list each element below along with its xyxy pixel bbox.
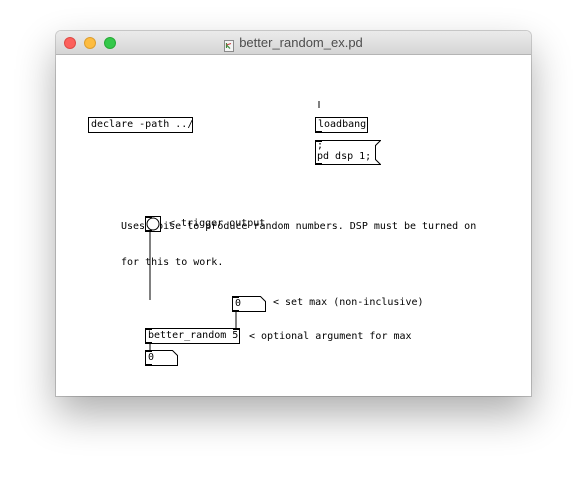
better-random-outlet[interactable]	[145, 342, 152, 344]
pd-document-icon	[224, 37, 235, 52]
dsp-message-box[interactable]: ; pd dsp 1;	[315, 140, 381, 165]
title-bar[interactable]: better_random_ex.pd	[56, 31, 531, 55]
better-random-left-inlet[interactable]	[145, 328, 152, 330]
better-random-object[interactable]: better_random 5	[145, 328, 240, 344]
max-number-value: 0	[235, 298, 242, 309]
window-title-group: better_random_ex.pd	[56, 31, 531, 54]
pd-patch-window: better_random_ex.pd declare -path ../ lo…	[56, 31, 531, 396]
output-number-value: 0	[148, 352, 155, 363]
bang-object[interactable]	[145, 216, 161, 232]
loadbang-object-label: loadbang	[318, 119, 367, 130]
bang-icon	[146, 217, 160, 231]
declare-object[interactable]: declare -path ../	[88, 117, 193, 133]
set-max-comment: < set max (non-inclusive)	[273, 297, 424, 308]
dsp-message-outlet[interactable]	[315, 163, 322, 165]
description-comment: Uses noise to produce random numbers. DS…	[121, 197, 476, 293]
patch-canvas[interactable]: declare -path ../ loadbang ; pd dsp 1; U…	[56, 55, 531, 396]
bang-outlet[interactable]	[145, 230, 152, 232]
dsp-message-line-2: pd dsp 1;	[317, 151, 372, 162]
loadbang-object[interactable]: loadbang	[315, 117, 368, 133]
dsp-message-text: ; pd dsp 1;	[317, 140, 371, 162]
bang-inlet[interactable]	[145, 216, 152, 218]
trigger-comment: < trigger output	[169, 218, 266, 229]
better-random-right-inlet[interactable]	[233, 328, 240, 330]
output-number-box[interactable]: 0	[145, 350, 178, 366]
loadbang-outlet[interactable]	[315, 131, 322, 133]
dsp-message-line-1: ;	[317, 140, 324, 151]
window-title: better_random_ex.pd	[239, 35, 363, 50]
declare-object-label: declare -path ../	[91, 119, 194, 130]
better-random-label: better_random 5	[148, 330, 239, 341]
max-number-box[interactable]: 0	[232, 296, 266, 312]
description-line-2: for this to work.	[121, 257, 224, 268]
optional-argument-comment: < optional argument for max	[249, 331, 412, 342]
